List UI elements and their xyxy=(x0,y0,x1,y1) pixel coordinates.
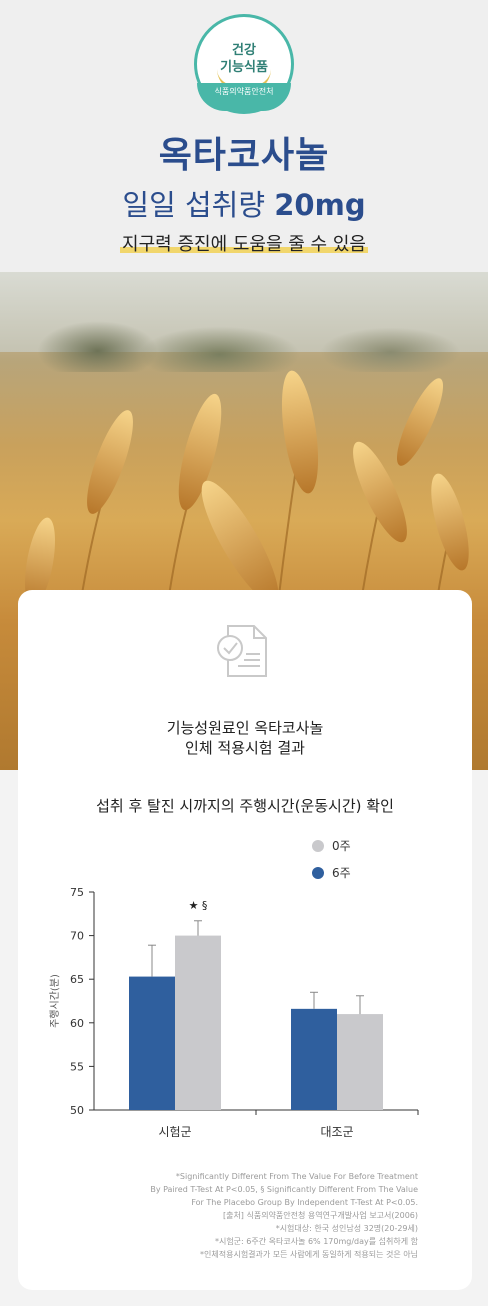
footnote-line: *인체적용시험결과가 모든 사람에게 동일하게 적용되는 것은 아님 xyxy=(200,1250,418,1259)
test-result-card: 기능성원료인 옥타코사놀 인체 적용시험 결과 섭취 후 탈진 시까지의 주행시… xyxy=(18,590,472,1290)
footnote-line: [출처] 식품의약품안전청 용역연구개발사업 보고서(2006) xyxy=(222,1211,418,1220)
footnote-line: *Significantly Different From The Value … xyxy=(175,1172,418,1181)
footnote-line: *시험군: 6주간 옥타코사놀 6% 170mg/day를 섭취하게 함 xyxy=(214,1237,418,1246)
function-claim: 지구력 증진에 도움을 줄 수 있음 xyxy=(120,230,368,256)
footnote-line: By Paired T-Test At P<0.05, § Significan… xyxy=(150,1185,418,1194)
card-heading: 기능성원료인 옥타코사놀 인체 적용시험 결과 xyxy=(18,718,472,758)
dose-value: 20mg xyxy=(274,188,366,222)
card-heading-line1: 기능성원료인 옥타코사놀 xyxy=(166,719,324,737)
x-tick-label: 대조군 xyxy=(320,1125,353,1139)
legend-label: 6주 xyxy=(332,866,351,880)
document-check-icon xyxy=(217,625,267,677)
footnote-line: For The Placebo Group By Independent T-T… xyxy=(191,1198,418,1207)
legend-swatch xyxy=(312,840,324,852)
top-header-section: 건강 기능식품 식품의약품안전처 옥타코사놀 일일 섭취량 20mg 지구력 증… xyxy=(0,0,488,272)
y-tick-label: 65 xyxy=(70,973,84,986)
running-time-bar-chart: 50 55 60 65 70 75 주행시간(분) 시험군 대조군 ★ § 0주 6주 xyxy=(49,839,419,1139)
legend-label: 0주 xyxy=(332,839,351,853)
claim-wrap: 지구력 증진에 도움을 줄 수 있음 xyxy=(0,230,488,256)
bar-test-week6 xyxy=(129,976,175,1110)
footnotes: *Significantly Different From The Value … xyxy=(58,1170,418,1261)
x-tick-label: 시험군 xyxy=(158,1125,191,1139)
y-tick-label: 70 xyxy=(70,930,84,943)
y-tick-label: 55 xyxy=(70,1060,84,1073)
health-food-badge: 건강 기능식품 식품의약품안전처 xyxy=(194,14,294,114)
significance-annotation: ★ § xyxy=(189,899,208,912)
card-heading-line2: 인체 적용시험 결과 xyxy=(185,739,305,757)
badge-agency: 식품의약품안전처 xyxy=(214,87,274,96)
legend-swatch xyxy=(312,867,324,879)
bar-test-week0 xyxy=(175,935,221,1110)
bar-control-week6 xyxy=(291,1008,337,1110)
badge-agency-band: 식품의약품안전처 xyxy=(197,83,291,111)
daily-dose: 일일 섭취량 20mg xyxy=(0,182,488,224)
y-tick-label: 50 xyxy=(70,1104,84,1117)
dose-label: 일일 섭취량 xyxy=(122,188,266,222)
y-tick-label: 75 xyxy=(70,886,84,899)
y-tick-label: 60 xyxy=(70,1017,84,1030)
product-title: 옥타코사놀 xyxy=(158,135,330,176)
y-axis-label: 주행시간(분) xyxy=(49,974,61,1028)
chart-heading: 섭취 후 탈진 시까지의 주행시간(운동시간) 확인 xyxy=(96,797,394,815)
footnote-line: *시험대상: 한국 성인남성 32명(20-29세) xyxy=(275,1224,418,1233)
bar-control-week0 xyxy=(337,1014,383,1110)
